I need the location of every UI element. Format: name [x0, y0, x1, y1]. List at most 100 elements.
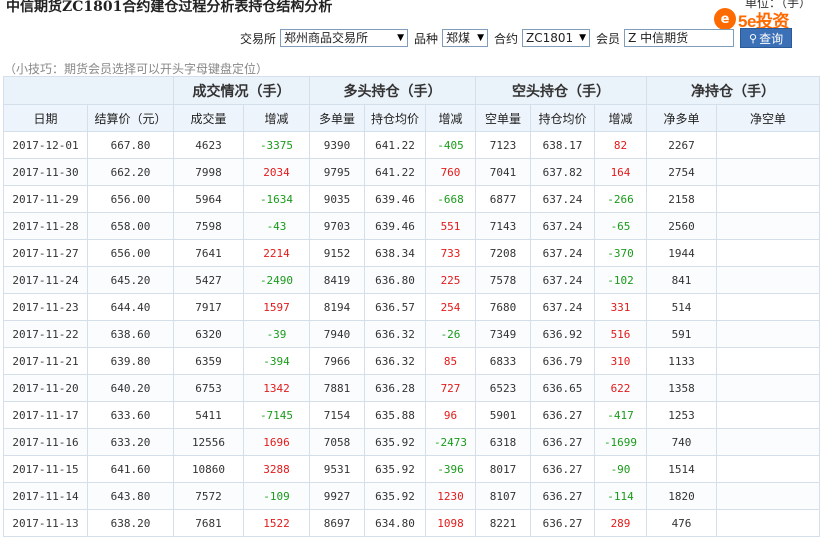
table-cell: [716, 455, 820, 483]
table-cell: 636.79: [530, 347, 595, 375]
table-cell: 6753: [173, 374, 244, 402]
column-header: 日期: [3, 104, 88, 132]
member-input[interactable]: Z 中信期货: [624, 29, 735, 47]
table-cell: 9927: [309, 482, 365, 510]
filter-bar: 交易所 郑州商品交易所 ▼ 品种 郑煤 ▼ 合约 ZC1801 ▼ 会员 Z 中…: [240, 28, 793, 48]
table-cell: 633.60: [87, 401, 174, 429]
table-cell: 636.27: [530, 509, 595, 537]
table-cell: 8107: [475, 482, 531, 510]
table-cell: 2754: [646, 158, 717, 186]
exchange-select[interactable]: 郑州商品交易所 ▼: [280, 29, 409, 47]
contract-select[interactable]: ZC1801 ▼: [522, 29, 591, 47]
chevron-down-icon: ▼: [397, 33, 405, 43]
member-label: 会员: [596, 31, 621, 46]
table-cell: 7058: [309, 428, 365, 456]
table-cell: 635.92: [364, 428, 426, 456]
group-header-short: 空头持仓（手）: [475, 76, 647, 105]
table-cell: 638.60: [87, 320, 174, 348]
table-cell: 1597: [243, 293, 310, 321]
table-cell: 733: [425, 239, 476, 267]
table-row: 2017-11-29 656.00 5964 -1634 9035 639.46 -668 6…: [3, 185, 820, 213]
group-header-blank: [3, 76, 174, 105]
table-cell: -668: [425, 185, 476, 213]
table-cell: 96: [425, 401, 476, 429]
group-header-long: 多头持仓（手）: [309, 76, 476, 105]
table-cell: 7998: [173, 158, 244, 186]
table-cell: -7145: [243, 401, 310, 429]
table-cell: [716, 428, 820, 456]
page-title: 中信期货ZC1801合约建仓过程分析表持仓结构分析: [6, 0, 333, 15]
table-cell: -2490: [243, 266, 310, 294]
table-cell: 635.92: [364, 455, 426, 483]
table-cell: 645.20: [87, 266, 174, 294]
table-cell: 658.00: [87, 212, 174, 240]
table-cell: 638.17: [530, 131, 595, 159]
table-cell: 9035: [309, 185, 365, 213]
column-header: 增减: [243, 104, 310, 132]
table-cell: 1358: [646, 374, 717, 402]
variety-label: 品种: [414, 31, 439, 46]
table-cell: 7578: [475, 266, 531, 294]
table-cell: 639.80: [87, 347, 174, 375]
table-cell: 2017-11-24: [3, 266, 88, 294]
variety-select[interactable]: 郑煤 ▼: [442, 29, 489, 47]
table-cell: 637.24: [530, 212, 595, 240]
table-cell: 644.40: [87, 293, 174, 321]
table-cell: 1944: [646, 239, 717, 267]
table-cell: 643.80: [87, 482, 174, 510]
table-cell: 8221: [475, 509, 531, 537]
table-cell: -65: [594, 212, 647, 240]
table-cell: -114: [594, 482, 647, 510]
table-cell: 1230: [425, 482, 476, 510]
table-cell: 622: [594, 374, 647, 402]
table-cell: 9152: [309, 239, 365, 267]
table-cell: 516: [594, 320, 647, 348]
table-cell: [716, 347, 820, 375]
table-cell: 6318: [475, 428, 531, 456]
table-cell: 8017: [475, 455, 531, 483]
table-cell: 4623: [173, 131, 244, 159]
table-cell: -1699: [594, 428, 647, 456]
table-cell: 1342: [243, 374, 310, 402]
table-cell: 2017-11-17: [3, 401, 88, 429]
table-cell: -405: [425, 131, 476, 159]
table-cell: 2017-12-01: [3, 131, 88, 159]
table-row: 2017-11-27 656.00 7641 2214 9152 638.34 733 720…: [3, 239, 820, 267]
table-cell: 667.80: [87, 131, 174, 159]
table-cell: 8419: [309, 266, 365, 294]
table-cell: 641.22: [364, 158, 426, 186]
table-row: 2017-11-21 639.80 6359 -394 7966 636.32 85 6833…: [3, 347, 820, 375]
table-cell: 2214: [243, 239, 310, 267]
table-row: 2017-11-24 645.20 5427 -2490 8419 636.80 225 75…: [3, 266, 820, 294]
table-cell: 7681: [173, 509, 244, 537]
table-cell: 7572: [173, 482, 244, 510]
table-cell: 2267: [646, 131, 717, 159]
column-header: 增减: [594, 104, 647, 132]
table-cell: 7966: [309, 347, 365, 375]
table-cell: 2034: [243, 158, 310, 186]
table-cell: 7349: [475, 320, 531, 348]
table-cell: 636.27: [530, 482, 595, 510]
table-cell: 5427: [173, 266, 244, 294]
table-cell: 637.24: [530, 185, 595, 213]
table-cell: 2017-11-27: [3, 239, 88, 267]
table-cell: 5901: [475, 401, 531, 429]
table-cell: 6359: [173, 347, 244, 375]
table-cell: 740: [646, 428, 717, 456]
table-cell: [716, 239, 820, 267]
table-cell: 2017-11-22: [3, 320, 88, 348]
table-cell: 82: [594, 131, 647, 159]
table-cell: 310: [594, 347, 647, 375]
table-cell: 636.57: [364, 293, 426, 321]
table-cell: 10860: [173, 455, 244, 483]
table-cell: 638.20: [87, 509, 174, 537]
table-cell: 8194: [309, 293, 365, 321]
exchange-label: 交易所: [240, 31, 277, 46]
table-cell: 641.60: [87, 455, 174, 483]
table-row: 2017-11-15 641.60 10860 3288 9531 635.92 -396 8…: [3, 455, 820, 483]
table-cell: -394: [243, 347, 310, 375]
table-cell: 289: [594, 509, 647, 537]
search-button[interactable]: ⚲ 查询: [740, 28, 793, 48]
table-cell: 635.88: [364, 401, 426, 429]
table-cell: [716, 374, 820, 402]
